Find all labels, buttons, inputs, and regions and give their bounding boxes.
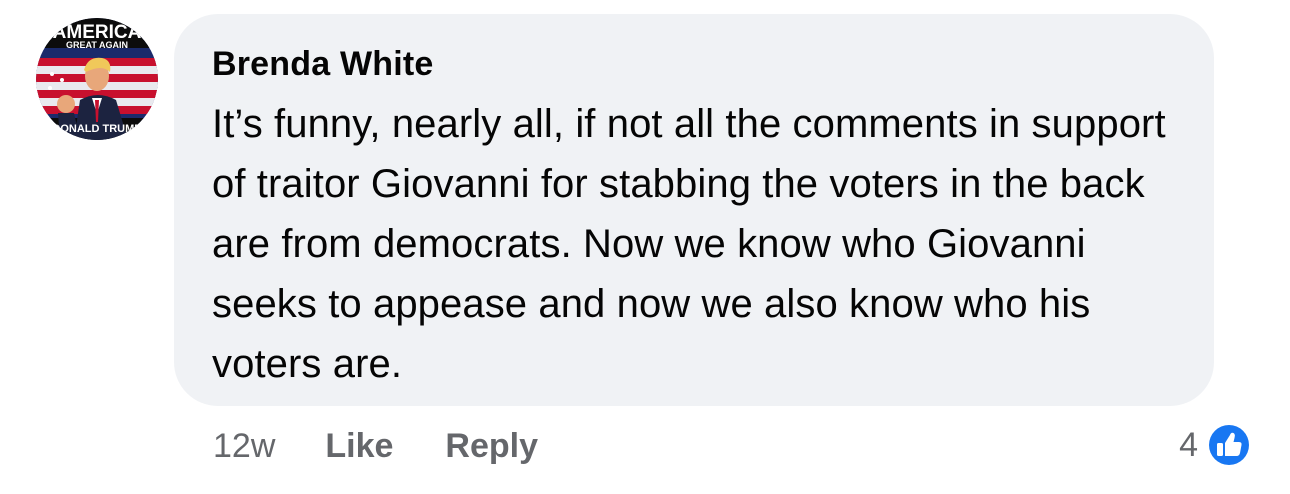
reaction-summary[interactable]: 4 bbox=[1179, 420, 1252, 470]
thumbs-up-icon bbox=[1207, 423, 1251, 467]
svg-text:DONALD TRUMP: DONALD TRUMP bbox=[52, 123, 141, 135]
avatar[interactable]: AMERICA GREAT AGAIN DONALD TRUMP bbox=[36, 18, 158, 140]
like-button[interactable]: Like bbox=[325, 427, 393, 466]
reaction-count: 4 bbox=[1179, 425, 1198, 464]
comment-bubble: Brenda White It’s funny, nearly all, if … bbox=[174, 14, 1214, 406]
comment-timestamp[interactable]: 12w bbox=[213, 427, 275, 466]
comment-text: It’s funny, nearly all, if not all the c… bbox=[212, 102, 1166, 386]
svg-text:GREAT AGAIN: GREAT AGAIN bbox=[66, 40, 128, 50]
reply-button[interactable]: Reply bbox=[445, 427, 538, 466]
avatar-image: AMERICA GREAT AGAIN DONALD TRUMP bbox=[36, 18, 158, 140]
comment-actions: 12w Like Reply bbox=[213, 424, 538, 468]
comment-author[interactable]: Brenda White bbox=[212, 44, 1178, 84]
